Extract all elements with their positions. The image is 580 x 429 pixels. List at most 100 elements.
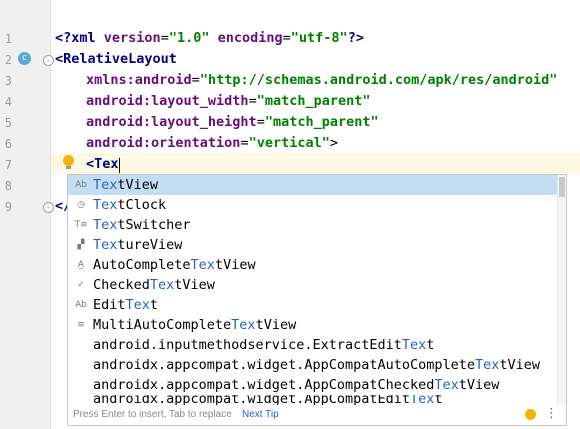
equals: =: [282, 30, 291, 46]
item-match: Tex: [93, 237, 118, 253]
xml-value: "vertical": [248, 135, 330, 151]
item-match: Tex: [93, 177, 118, 193]
line-number: 8: [4, 179, 12, 193]
completion-item[interactable]: Ab TextView: [68, 175, 558, 195]
code-line-5[interactable]: android:layout_height="match_parent": [86, 114, 379, 130]
xml-attr: version: [103, 30, 161, 46]
equals: =: [160, 30, 169, 46]
item-prefix: Checked: [93, 277, 150, 293]
clock-icon: ◷: [77, 200, 85, 210]
xml-attr: android:layout_height: [86, 114, 257, 130]
xml-value: "match_parent": [256, 93, 371, 109]
item-match: Tex: [149, 277, 175, 293]
item-prefix: MultiAutoComplete: [93, 317, 232, 333]
autocomplete-icon: A̲: [77, 260, 85, 270]
completion-item[interactable]: ≡ MultiAutoCompleteTextView: [68, 315, 558, 335]
more-options-icon[interactable]: ⋮: [545, 405, 558, 423]
xml-value: "http://schemas.android.com/apk/res/andr…: [199, 72, 558, 88]
line-number: 7: [4, 158, 12, 172]
item-prefix: androidx.appcompat.widget.AppCompatAutoC…: [93, 357, 476, 373]
texture-view-icon: ▞: [77, 240, 85, 250]
completion-item[interactable]: ◷ TextClock: [68, 195, 558, 215]
item-prefix: androidx.appcompat.widget.AppCompatCheck…: [93, 377, 435, 393]
line-number: 9: [4, 200, 12, 214]
xml-decl-close: ?>: [347, 30, 364, 46]
xml-value: "utf-8": [290, 30, 348, 46]
multi-autocomplete-icon: ≡: [77, 320, 85, 330]
line-number: 1: [4, 32, 12, 46]
caret-line-highlight: [51, 153, 580, 174]
class-icon[interactable]: c: [18, 52, 31, 65]
item-prefix: AutoComplete: [93, 257, 191, 273]
code-line-2[interactable]: <RelativeLayout: [55, 51, 177, 67]
textview-icon: Ab: [75, 180, 87, 190]
item-match: Tex: [93, 217, 118, 233]
completion-item[interactable]: ✓ CheckedTextView: [68, 275, 558, 295]
fold-marker-icon[interactable]: -: [43, 202, 54, 213]
item-suffix: tSwitcher: [117, 217, 191, 233]
equals: =: [256, 114, 265, 130]
xml-decl-open: <?xml: [55, 30, 104, 46]
xml-attr: xmlns:android: [86, 72, 192, 88]
xml-value: "1.0": [168, 30, 210, 46]
completion-item[interactable]: androidx.appcompat.widget.AppCompatCheck…: [68, 375, 558, 395]
item-suffix: t: [426, 337, 435, 353]
item-suffix: tView: [499, 357, 541, 373]
item-match: Tex: [475, 357, 500, 373]
equals: =: [240, 135, 249, 151]
code-line-1[interactable]: <?xml version="1.0" encoding="utf-8"?>: [55, 30, 364, 46]
intention-bulb-base: [66, 166, 71, 169]
xml-attr: android:layout_width: [86, 93, 249, 109]
item-prefix: android.inputmethodservice.ExtractEdit: [93, 337, 402, 353]
item-prefix: Edit: [93, 297, 126, 313]
item-match: Tex: [190, 257, 215, 273]
item-suffix: t: [149, 297, 159, 313]
item-suffix: tView: [174, 277, 215, 293]
completion-item[interactable]: ▞ TextureView: [68, 235, 558, 255]
tag-name: RelativeLayout: [63, 51, 177, 67]
item-match: Tex: [93, 197, 118, 213]
text-switcher-icon: T≡: [74, 220, 88, 230]
completion-item[interactable]: A̲ AutoCompleteTextView: [68, 255, 558, 275]
popup-footer: Press Enter to insert, Tab to replace Ne…: [68, 405, 566, 425]
text-caret: [119, 158, 120, 173]
popup-scrollbar[interactable]: [557, 175, 566, 405]
completion-item[interactable]: T≡ TextSwitcher: [68, 215, 558, 235]
item-suffix: tureView: [117, 237, 183, 253]
item-match: Tex: [231, 317, 256, 333]
checked-icon: ✓: [77, 280, 85, 290]
edit-text-icon: Ab: [75, 300, 87, 310]
code-line-6[interactable]: android:orientation="vertical">: [86, 135, 338, 151]
line-number: 6: [4, 137, 12, 151]
code-line-4[interactable]: android:layout_width="match_parent": [86, 93, 371, 109]
equals: =: [248, 93, 257, 109]
line-number: 3: [4, 74, 12, 88]
item-match: Tex: [125, 297, 150, 313]
tip-bulb-icon[interactable]: [525, 409, 536, 420]
item-match: Tex: [401, 337, 427, 353]
next-tip-link[interactable]: Next Tip: [242, 405, 279, 425]
equals: =: [191, 72, 200, 88]
completion-item[interactable]: android.inputmethodservice.ExtractEditTe…: [68, 335, 558, 355]
item-suffix: tView: [214, 257, 256, 273]
line-number: 5: [4, 116, 12, 130]
footer-hint: Press Enter to insert, Tab to replace: [73, 409, 232, 420]
fold-marker-icon[interactable]: -: [43, 55, 54, 66]
code-line-3[interactable]: xmlns:android="http://schemas.android.co…: [86, 72, 557, 88]
item-suffix: tClock: [117, 197, 167, 213]
tag-open-bracket: <: [55, 51, 64, 67]
xml-attr: android:orientation: [86, 135, 241, 151]
tag-open-bracket: <: [86, 156, 95, 172]
item-suffix: tView: [255, 317, 297, 333]
completion-item[interactable]: Ab EditText: [68, 295, 558, 315]
xml-value: "match_parent": [264, 114, 379, 130]
scrollbar-thumb[interactable]: [559, 177, 565, 197]
xml-attr: encoding: [217, 30, 283, 46]
item-suffix: tView: [117, 177, 159, 193]
line-number: 4: [4, 95, 12, 109]
completion-item[interactable]: androidx.appcompat.widget.AppCompatAutoC…: [68, 355, 558, 375]
tag-close-bracket: >: [329, 135, 338, 151]
intention-bulb-icon[interactable]: [63, 155, 74, 166]
autocomplete-popup[interactable]: Ab TextView ◷ TextClock T≡ TextSwitcher ▞ Te…: [67, 174, 567, 426]
